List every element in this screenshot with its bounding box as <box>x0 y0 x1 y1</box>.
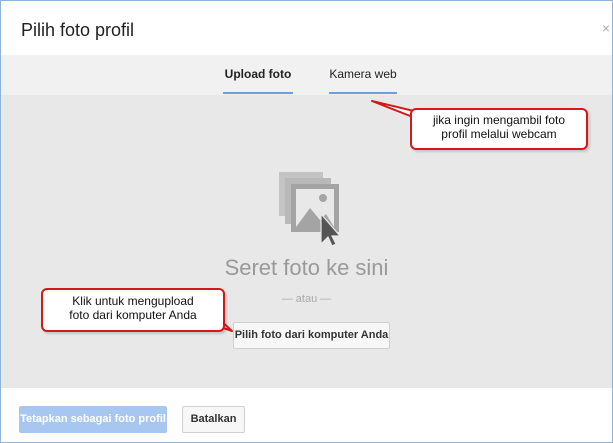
tab-webcam-label: Kamera web <box>329 67 397 81</box>
webcam-callout: jika ingin mengambil foto profil melalui… <box>410 108 588 150</box>
photo-drop-icon <box>279 172 341 247</box>
choose-from-computer-button[interactable]: Pilih foto dari komputer Anda <box>233 322 390 349</box>
dialog-title: Pilih foto profil <box>21 20 135 40</box>
cancel-button[interactable]: Batalkan <box>182 406 245 433</box>
upload-callout-line-2: foto dari komputer Anda <box>69 308 197 322</box>
upload-callout-line-1: Klik untuk mengupload <box>72 294 194 308</box>
tab-upload-photo[interactable]: Upload foto <box>223 67 293 94</box>
tab-webcam-indicator <box>329 92 397 94</box>
photo-sun <box>319 194 327 202</box>
tab-webcam[interactable]: Kamera web <box>329 67 397 94</box>
webcam-callout-line-1: jika ingin mengambil foto <box>432 113 566 127</box>
tab-upload-label: Upload foto <box>224 67 292 81</box>
tab-bar: Upload foto Kamera web <box>1 55 612 95</box>
profile-photo-dialog: Pilih foto profil × Upload foto Kamera w… <box>0 0 613 443</box>
drop-instruction: Seret foto ke sini <box>224 255 389 280</box>
webcam-callout-line-2: profil melalui webcam <box>441 127 557 141</box>
set-profile-photo-button[interactable]: Tetapkan sebagai foto profil <box>19 406 167 433</box>
close-icon[interactable]: × <box>602 21 610 35</box>
upload-callout: Klik untuk mengupload foto dari komputer… <box>41 288 225 332</box>
active-tab-indicator <box>223 92 293 94</box>
